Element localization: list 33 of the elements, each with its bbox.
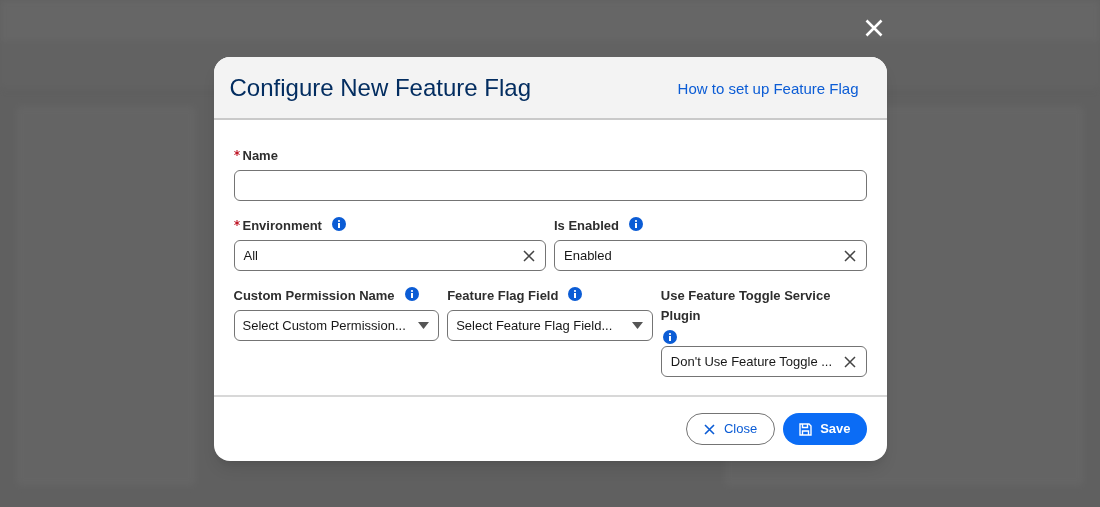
field-label: Is Enabled — [554, 217, 620, 235]
caret-icon — [631, 322, 643, 329]
caret-icon — [418, 322, 430, 329]
close-icon — [703, 423, 715, 435]
field-label: Environment — [242, 217, 322, 235]
field-placeholder: Select Custom Permission... — [242, 316, 406, 335]
field-label: Name — [242, 147, 278, 165]
field-value: Enabled — [564, 246, 612, 265]
combobox-field[interactable]: All — [233, 240, 546, 271]
clear-icon[interactable] — [523, 249, 535, 262]
field-value: Don't Use Feature Toggle ... — [670, 352, 833, 371]
field-label: Feature Flag Field — [447, 287, 559, 305]
field-placeholder: Select Feature Flag Field... — [456, 316, 613, 335]
close-icon[interactable] — [864, 18, 883, 37]
save-button[interactable]: Save — [783, 413, 867, 445]
select-field[interactable]: Select Custom Permission... — [233, 310, 440, 341]
help-link[interactable]: How to set up Feature Flag — [677, 78, 859, 101]
select-field[interactable]: Select Feature Flag Field... — [447, 310, 653, 341]
name-input[interactable] — [233, 170, 867, 201]
dialog-title: Configure New Feature Flag — [229, 75, 531, 100]
field-label: Custom Permission Name — [233, 287, 395, 305]
field-label: Use Feature Toggle Service Plugin — [660, 287, 832, 325]
info-icon[interactable] — [568, 287, 583, 301]
combobox-field[interactable]: Don't Use Feature Toggle ... — [660, 346, 867, 377]
info-icon[interactable] — [662, 330, 677, 344]
info-icon[interactable] — [629, 217, 644, 231]
close-button[interactable]: Close — [685, 413, 776, 445]
field-value: All — [243, 246, 258, 265]
combobox-field[interactable]: Enabled — [554, 240, 867, 271]
info-icon[interactable] — [331, 217, 346, 231]
clear-icon[interactable] — [843, 355, 856, 368]
info-icon[interactable] — [404, 287, 419, 301]
clear-icon[interactable] — [843, 249, 856, 262]
